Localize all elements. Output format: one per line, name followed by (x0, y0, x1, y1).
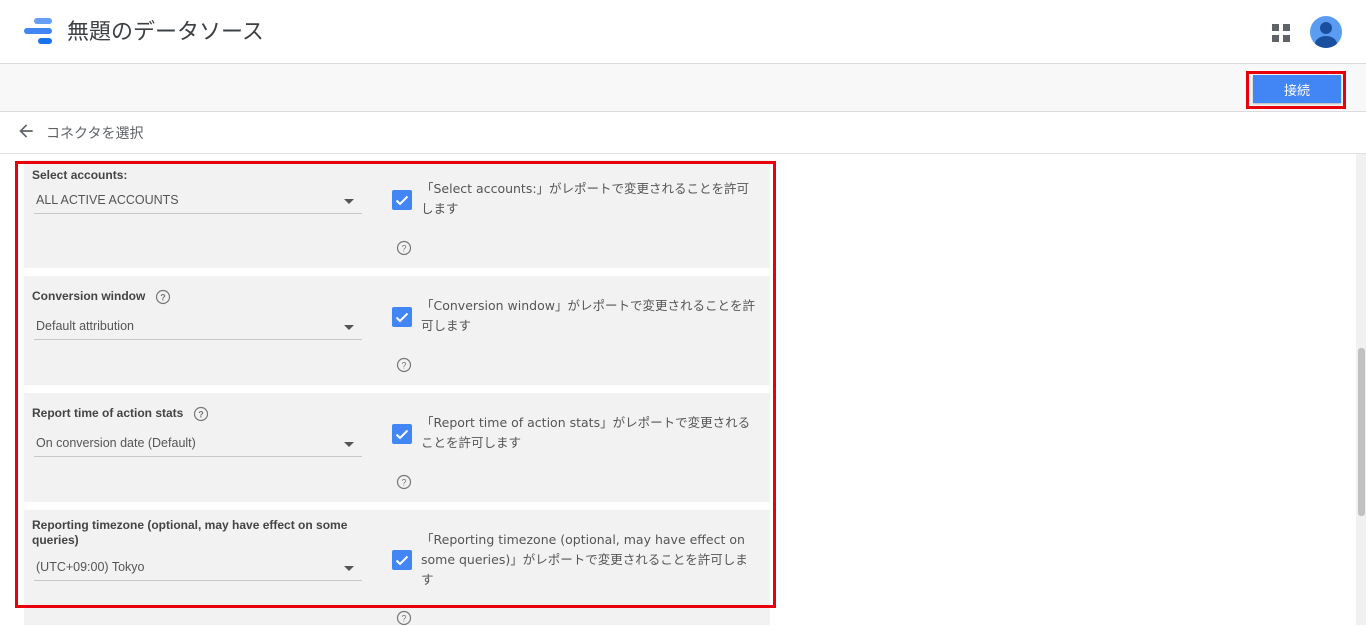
select-value: (UTC+09:00) Tokyo (36, 560, 145, 574)
breadcrumb (0, 112, 1366, 154)
breadcrumb-label[interactable]: コネクタを選択 (46, 123, 143, 143)
account-avatar-icon[interactable] (1310, 16, 1342, 48)
help-icon[interactable]: ? (396, 610, 412, 626)
allow-change-checkbox[interactable] (392, 190, 412, 210)
allow-change-checkbox[interactable] (392, 424, 412, 444)
page-title[interactable]: 無題のデータソース (67, 18, 264, 46)
svg-text:?: ? (401, 478, 406, 488)
param-card-accounts: Select accounts: ALL ACTIVE ACCOUNTS 「Se… (24, 160, 770, 268)
param-card-reporting-timezone: Reporting timezone (optional, may have e… (24, 510, 770, 626)
param-card-report-time: Report time of action stats ? On convers… (24, 393, 770, 502)
connect-button[interactable]: 接続 (1253, 75, 1341, 103)
param-label: Conversion window ? (32, 289, 372, 305)
param-label: Select accounts: (32, 168, 128, 182)
allow-change-text: 「Select accounts:」がレポートで変更されることを許可します (421, 181, 750, 216)
help-icon[interactable]: ? (193, 406, 209, 422)
svg-text:?: ? (401, 361, 406, 371)
toolbar (0, 64, 1366, 112)
help-icon[interactable]: ? (155, 289, 171, 305)
allow-change-text: 「Reporting timezone (optional, may have … (421, 532, 748, 587)
dropdown-arrow-icon (344, 442, 354, 447)
help-icon[interactable]: ? (396, 240, 412, 256)
svg-text:?: ? (401, 614, 406, 624)
param-label: Report time of action stats ? (32, 406, 372, 422)
accounts-select[interactable]: ALL ACTIVE ACCOUNTS (34, 189, 362, 214)
app-header: 無題のデータソース (0, 0, 1366, 64)
allow-change-text: 「Report time of action stats」がレポートで変更される… (421, 415, 751, 450)
param-label: Reporting timezone (optional, may have e… (32, 518, 348, 547)
svg-text:?: ? (160, 293, 166, 303)
reporting-timezone-select[interactable]: (UTC+09:00) Tokyo (34, 556, 362, 581)
conversion-window-select[interactable]: Default attribution (34, 315, 362, 340)
select-value: Default attribution (36, 319, 134, 333)
dropdown-arrow-icon (344, 566, 354, 571)
svg-text:?: ? (401, 244, 406, 254)
allow-change-checkbox[interactable] (392, 550, 412, 570)
arrow-back-icon[interactable] (16, 121, 36, 141)
param-card-conversion-window: Conversion window ? Default attribution … (24, 276, 770, 385)
allow-change-checkbox[interactable] (392, 307, 412, 327)
help-icon[interactable]: ? (396, 474, 412, 490)
dropdown-arrow-icon (344, 199, 354, 204)
scrollbar-thumb[interactable] (1358, 348, 1365, 516)
select-value: On conversion date (Default) (36, 436, 196, 450)
allow-change-text: 「Conversion window」がレポートで変更されることを許可します (421, 298, 755, 333)
dropdown-arrow-icon (344, 325, 354, 330)
select-value: ALL ACTIVE ACCOUNTS (36, 193, 179, 207)
apps-grid-icon[interactable] (1272, 24, 1290, 42)
help-icon[interactable]: ? (396, 357, 412, 373)
data-studio-logo-icon[interactable] (24, 18, 54, 46)
svg-text:?: ? (198, 410, 204, 420)
report-time-select[interactable]: On conversion date (Default) (34, 432, 362, 457)
